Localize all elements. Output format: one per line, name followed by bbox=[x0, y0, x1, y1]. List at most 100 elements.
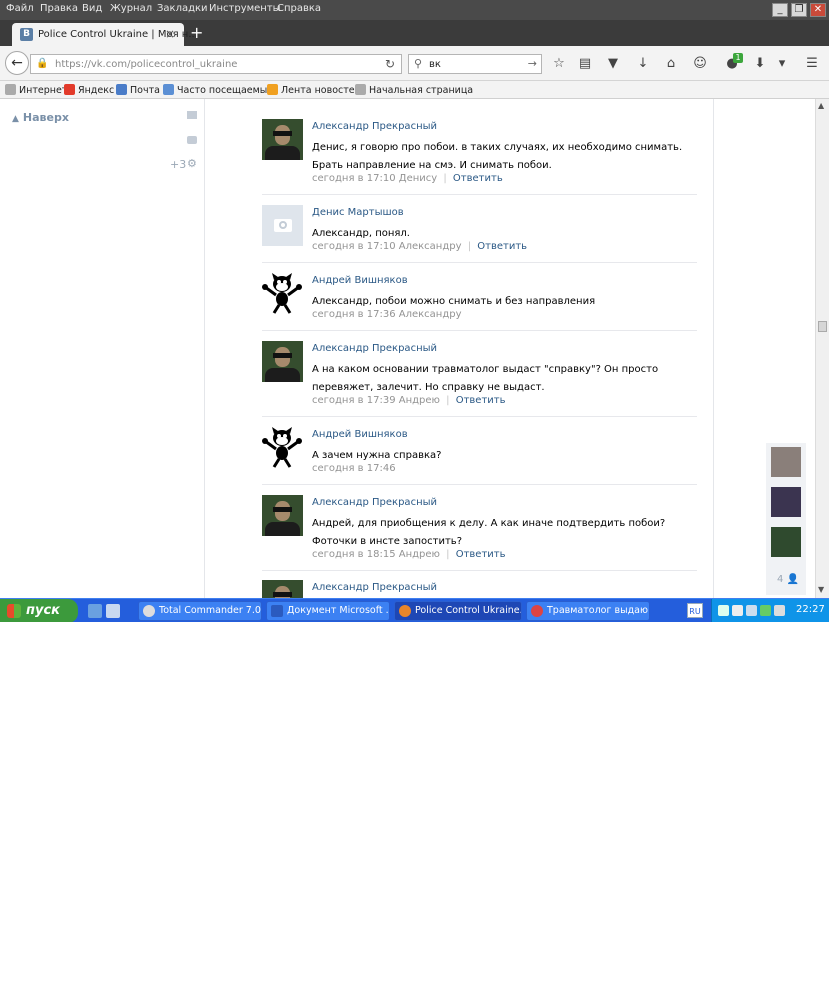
quick-launch-icon[interactable] bbox=[106, 604, 120, 618]
tab-close-icon[interactable]: × bbox=[165, 27, 175, 41]
bookmark-yandex[interactable]: Яндекс bbox=[64, 84, 114, 96]
search-go-icon[interactable]: → bbox=[528, 57, 537, 70]
bookmark-mail[interactable]: Почта bbox=[116, 84, 160, 96]
reload-icon[interactable]: ↻ bbox=[385, 57, 395, 71]
comment-time[interactable]: сегодня в 17:36 bbox=[312, 309, 396, 320]
friends-panel: 4 👤 bbox=[766, 443, 806, 595]
volume-icon[interactable] bbox=[732, 605, 743, 616]
pocket-icon[interactable]: ▼ bbox=[605, 56, 621, 72]
task-firefox-police[interactable]: Police Control Ukraine... bbox=[394, 601, 522, 621]
minimize-button[interactable]: _ bbox=[772, 3, 788, 17]
star-icon[interactable]: ☆ bbox=[551, 56, 567, 72]
bookmark-most-visited[interactable]: Часто посещаемые bbox=[163, 84, 273, 96]
reading-list-icon[interactable]: ▤ bbox=[577, 56, 593, 72]
comment-time[interactable]: сегодня в 17:10 bbox=[312, 241, 396, 252]
restore-button[interactable]: ❐ bbox=[791, 3, 807, 17]
language-indicator[interactable]: RU bbox=[687, 603, 703, 618]
windows-logo-icon bbox=[7, 604, 21, 618]
comment-time[interactable]: сегодня в 18:15 bbox=[312, 549, 396, 560]
more-count[interactable]: +3 bbox=[170, 158, 186, 171]
author-name[interactable]: Александр Прекрасный bbox=[312, 343, 437, 354]
avatar[interactable] bbox=[262, 341, 303, 382]
reply-to[interactable]: Александру bbox=[399, 309, 462, 320]
reply-to[interactable]: Александру bbox=[399, 241, 462, 252]
bookmark-start-page[interactable]: Начальная страница bbox=[355, 84, 473, 96]
close-window-button[interactable]: ✕ bbox=[810, 3, 826, 17]
comment-meta: сегодня в 17:10 Александру | Ответить bbox=[312, 241, 527, 252]
comment-item: Денис Мартышов Александр, понял. сегодня… bbox=[262, 205, 697, 263]
author-name[interactable]: Андрей Вишняков bbox=[312, 275, 408, 286]
show-desktop-icon[interactable] bbox=[88, 604, 102, 618]
author-name[interactable]: Денис Мартышов bbox=[312, 207, 404, 218]
start-button[interactable]: пуск bbox=[0, 599, 78, 622]
author-name[interactable]: Александр Прекрасный bbox=[312, 582, 437, 593]
url-bar[interactable]: 🔒 https://vk.com/policecontrol_ukraine ↻ bbox=[30, 54, 402, 74]
avatar[interactable] bbox=[262, 495, 303, 536]
gear-icon[interactable]: ⚙ bbox=[187, 157, 197, 170]
task-chrome-traumatologist[interactable]: Травматолог выдаю... bbox=[526, 601, 650, 621]
bookmark-internet[interactable]: Интернет bbox=[5, 84, 67, 96]
comment-item: Александр Прекрасный Андрей, для приобще… bbox=[262, 495, 697, 571]
friend-avatar[interactable] bbox=[771, 527, 801, 557]
author-name[interactable]: Александр Прекрасный bbox=[312, 121, 437, 132]
friend-avatar[interactable] bbox=[771, 447, 801, 477]
comment-meta: сегодня в 17:10 Денису | Ответить bbox=[312, 173, 503, 184]
comment-item: Александр Прекрасный bbox=[262, 580, 697, 598]
scroll-up-arrow-icon[interactable]: ▲ bbox=[818, 101, 824, 110]
user-icon: 👤 bbox=[786, 574, 800, 585]
avatar[interactable] bbox=[262, 580, 303, 598]
messages-icon[interactable] bbox=[187, 111, 197, 119]
comment-time[interactable]: сегодня в 17:46 bbox=[312, 463, 396, 474]
search-input[interactable]: ⚲ вк → bbox=[408, 54, 542, 74]
download-arrow-icon[interactable]: ⬇ bbox=[752, 56, 768, 72]
comment-item: Александр Прекрасный Денис, я говорю про… bbox=[262, 119, 697, 195]
reply-to[interactable]: Андрею bbox=[399, 549, 440, 560]
scrollbar-thumb[interactable] bbox=[818, 321, 827, 332]
download-icon[interactable]: ↓ bbox=[635, 56, 651, 72]
menu-help[interactable]: Справка bbox=[277, 3, 321, 14]
avatar[interactable] bbox=[262, 205, 303, 246]
new-tab-icon[interactable]: + bbox=[190, 25, 203, 41]
menu-history[interactable]: Журнал bbox=[110, 3, 152, 14]
separator: | bbox=[446, 549, 450, 560]
reply-link[interactable]: Ответить bbox=[453, 173, 503, 184]
clock[interactable]: 22:27 bbox=[796, 604, 825, 615]
avatar[interactable] bbox=[262, 427, 303, 468]
menu-bookmarks[interactable]: Закладки bbox=[157, 3, 208, 14]
menu-icon[interactable]: ☰ bbox=[804, 56, 820, 72]
avatar[interactable] bbox=[262, 119, 303, 160]
menu-tools[interactable]: Инструменты bbox=[209, 3, 281, 14]
tab-police-control[interactable]: B Police Control Ukraine | Моя н... × bbox=[12, 23, 198, 46]
reply-link[interactable]: Ответить bbox=[456, 549, 506, 560]
vertical-scrollbar[interactable]: ▲ ▼ bbox=[815, 99, 829, 598]
author-name[interactable]: Андрей Вишняков bbox=[312, 429, 408, 440]
reply-link[interactable]: Ответить bbox=[456, 395, 506, 406]
reply-link[interactable]: Ответить bbox=[477, 241, 527, 252]
menu-view[interactable]: Вид bbox=[82, 3, 102, 14]
friend-avatar[interactable] bbox=[771, 487, 801, 517]
task-total-commander[interactable]: Total Commander 7.0... bbox=[138, 601, 262, 621]
task-word-document[interactable]: Документ Microsoft ... bbox=[266, 601, 390, 621]
bookmark-news-feed[interactable]: Лента новостей bbox=[267, 84, 361, 96]
avatar[interactable] bbox=[262, 273, 303, 314]
friends-count[interactable]: 4 👤 bbox=[777, 574, 799, 585]
tray-app-icon[interactable] bbox=[774, 605, 785, 616]
tray-app-icon[interactable] bbox=[746, 605, 757, 616]
network-icon[interactable] bbox=[718, 605, 729, 616]
back-button[interactable]: ← bbox=[5, 51, 29, 75]
scroll-up-link[interactable]: ▲ Наверх bbox=[12, 111, 69, 124]
comment-meta: сегодня в 17:36 Александру bbox=[312, 309, 462, 320]
antivirus-icon[interactable] bbox=[760, 605, 771, 616]
reply-to[interactable]: Андрею bbox=[399, 395, 440, 406]
chat-icon[interactable]: ☺ bbox=[692, 56, 708, 72]
scroll-down-arrow-icon[interactable]: ▼ bbox=[818, 585, 824, 594]
comment-time[interactable]: сегодня в 17:39 bbox=[312, 395, 396, 406]
reply-to[interactable]: Денису bbox=[399, 173, 437, 184]
comments-icon[interactable] bbox=[187, 136, 197, 144]
menu-file[interactable]: Файл bbox=[6, 3, 34, 14]
home-icon[interactable]: ⌂ bbox=[663, 56, 679, 72]
dropdown-icon[interactable]: ▾ bbox=[774, 56, 790, 72]
menu-edit[interactable]: Правка bbox=[40, 3, 78, 14]
author-name[interactable]: Александр Прекрасный bbox=[312, 497, 437, 508]
comment-time[interactable]: сегодня в 17:10 bbox=[312, 173, 396, 184]
